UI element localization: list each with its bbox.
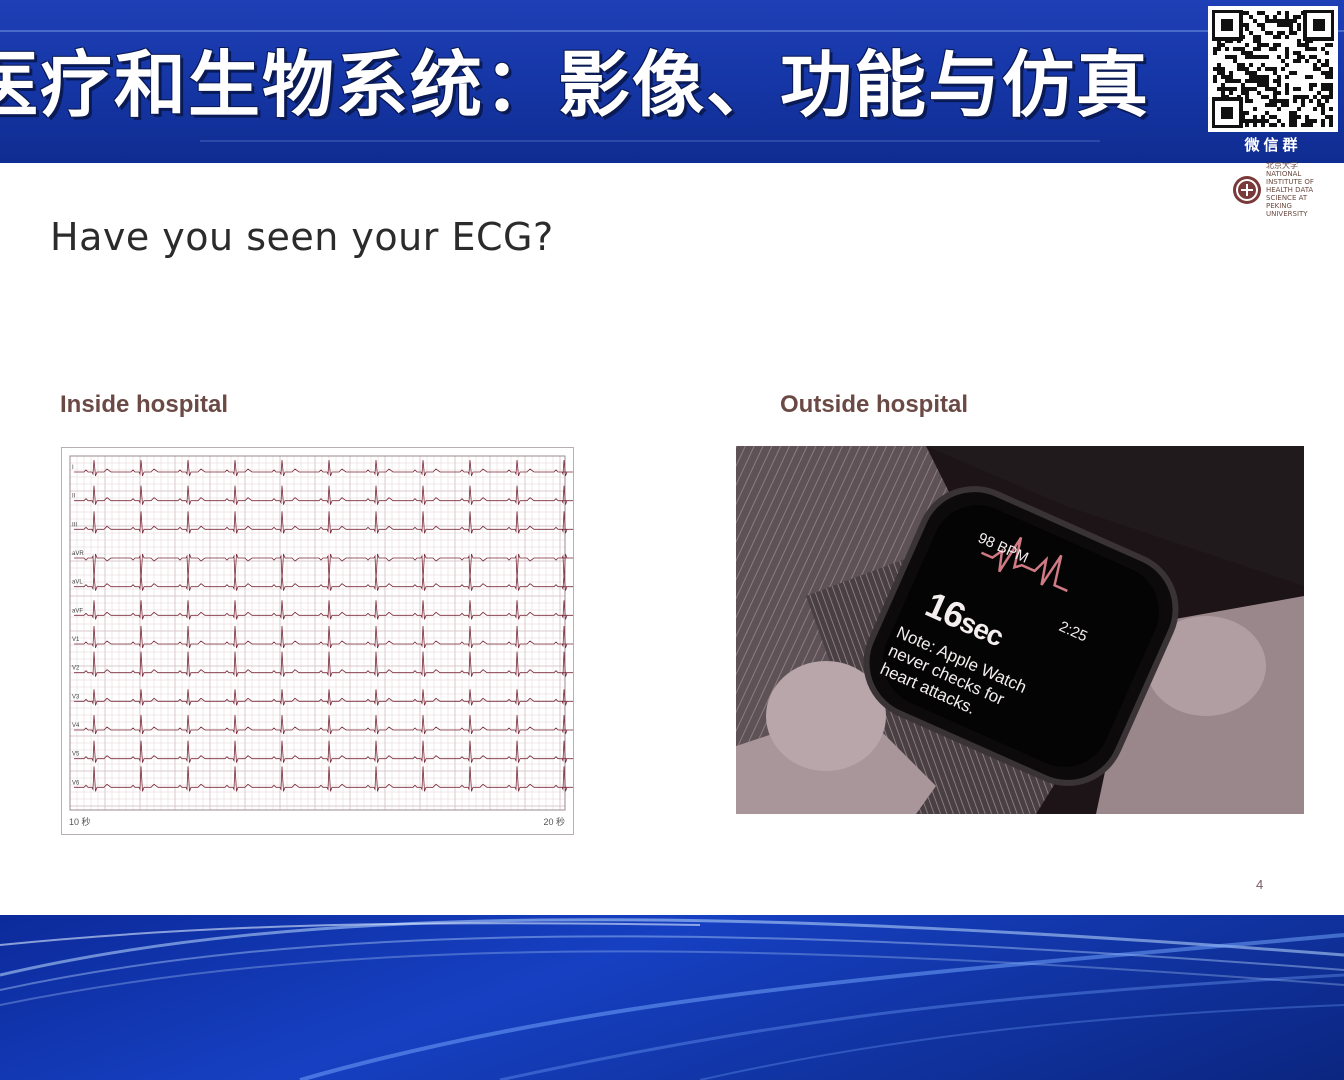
logo-name-en: NATIONAL INSTITUTE OF HEALTH DATA SCIENC…	[1266, 170, 1314, 218]
slide-title: Have you seen your ECG?	[50, 215, 554, 259]
ecg-lead-label: V6	[72, 780, 80, 786]
ecg-trace-graphic: IIIIIIaVRaVLaVFV1V2V3V4V5V6	[69, 455, 573, 811]
ecg-trace	[74, 766, 573, 792]
page-number: 4	[1256, 877, 1264, 892]
qr-caption: 微信群	[1244, 136, 1302, 154]
ecg-trace	[74, 714, 573, 735]
ecg-lead-label: V5	[72, 752, 80, 758]
ecg-end-label: 20 秒	[543, 817, 565, 827]
ecg-lead-label: II	[72, 494, 76, 500]
ecg-printout: I II III aVR aVL aVF V1 V2 V3 V4 V5 V6 10 秒 20 秒	[61, 447, 574, 835]
inside-hospital-label: Inside hospital	[60, 391, 229, 418]
ecg-lead-label: V1	[72, 637, 80, 643]
banner-title: 医疗和生物系统：影像、功能与仿真	[0, 43, 1151, 127]
ecg-lead-label: aVR	[72, 551, 84, 557]
header-banner: 医疗和生物系统：影像、功能与仿真 微信群	[0, 0, 1344, 163]
qr-code-graphic	[1212, 10, 1334, 128]
ecg-lead-label: V3	[72, 694, 80, 700]
footer-light-streaks	[0, 918, 1344, 1080]
ecg-start-label: 10 秒	[69, 817, 91, 827]
university-seal-icon	[1233, 176, 1261, 204]
university-logo: 北京大学 NATIONAL INSTITUTE OF HEALTH DATA S…	[1232, 162, 1332, 218]
qr-code-icon	[1208, 6, 1338, 132]
ecg-lead-label: III	[72, 522, 77, 528]
footer-banner	[0, 915, 1344, 1080]
logo-text: 北京大学 NATIONAL INSTITUTE OF HEALTH DATA S…	[1266, 162, 1330, 218]
watch-time: 2:25	[1056, 618, 1090, 646]
ecg-lead-label: aVF	[72, 608, 83, 614]
ecg-trace	[74, 689, 573, 706]
ecg-trace	[74, 740, 573, 763]
ecg-trace	[74, 651, 573, 677]
smartwatch-photo: 98 BPM 2:25 16sec Note: Apple Watch neve…	[736, 446, 1304, 814]
outside-hospital-label: Outside hospital	[780, 391, 969, 418]
ecg-trace	[74, 459, 573, 477]
ecg-trace	[74, 485, 573, 505]
ecg-trace	[74, 553, 573, 580]
slide: 北京大学 NATIONAL INSTITUTE OF HEALTH DATA S…	[0, 162, 1344, 915]
ecg-trace	[74, 511, 573, 534]
ecg-lead-label: V4	[72, 723, 80, 729]
ecg-trace	[74, 574, 573, 591]
ecg-lead-label: aVL	[72, 580, 83, 586]
ecg-lead-label: V2	[72, 666, 80, 672]
ecg-trace	[74, 625, 573, 649]
logo-name-cn: 北京大学	[1266, 162, 1298, 170]
